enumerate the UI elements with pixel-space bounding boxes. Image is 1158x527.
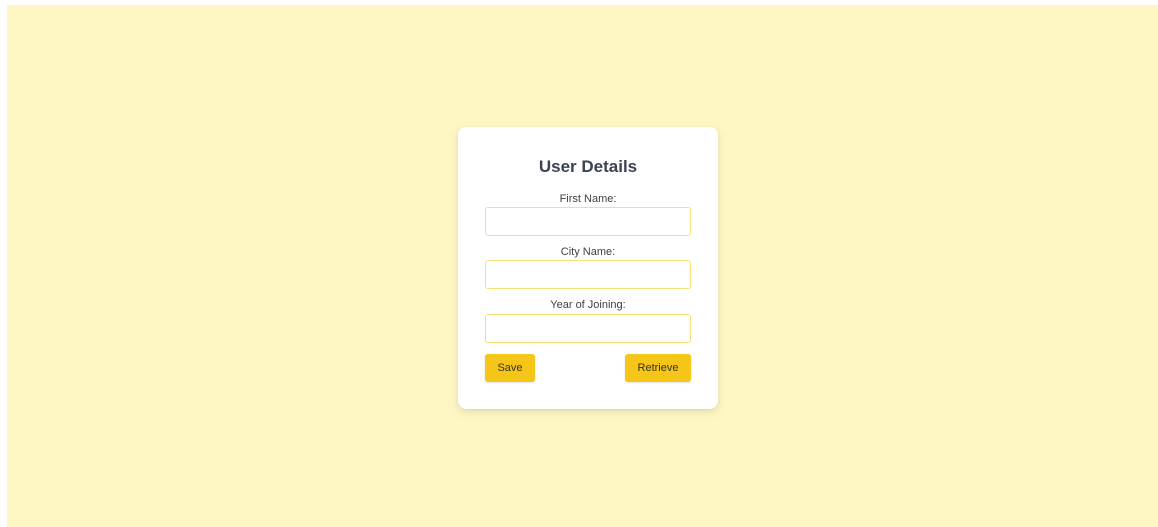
- year-of-joining-input[interactable]: [485, 314, 691, 343]
- city-name-label: City Name:: [560, 246, 616, 258]
- save-button[interactable]: Save: [485, 354, 535, 382]
- city-name-input[interactable]: [485, 260, 691, 289]
- form-title: User Details: [538, 157, 638, 176]
- first-name-input[interactable]: [485, 207, 691, 236]
- user-details-card: User Details First Name: City Name: Year…: [458, 127, 718, 409]
- year-of-joining-label: Year of Joining:: [550, 299, 626, 311]
- first-name-label: First Name:: [559, 193, 617, 205]
- retrieve-button[interactable]: Retrieve: [625, 354, 691, 382]
- page-background: User Details First Name: City Name: Year…: [7, 5, 1158, 527]
